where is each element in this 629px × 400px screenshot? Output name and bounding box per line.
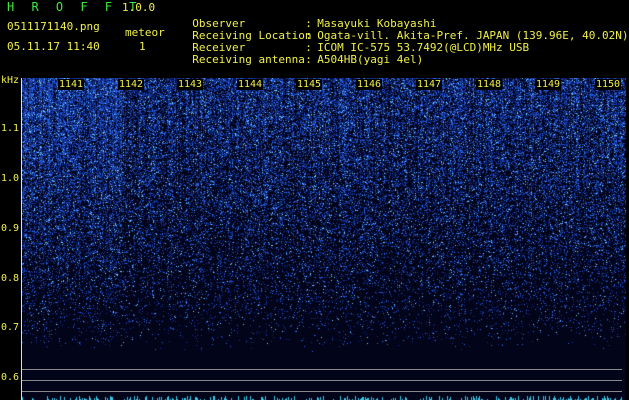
minute-label: 1150 bbox=[595, 79, 622, 90]
frequency-tick-label: 0.6 bbox=[1, 372, 20, 383]
file-name: 0511171140.png bbox=[7, 20, 100, 33]
frequency-tick-label: 0.8 bbox=[1, 273, 20, 284]
info-value: A504HB(yagi 4el) bbox=[317, 53, 424, 66]
frequency-tick-label: 1.1 bbox=[1, 123, 20, 134]
reference-line bbox=[22, 380, 622, 381]
frequency-tick-label: 1.0 bbox=[1, 173, 20, 184]
minute-label: 1149 bbox=[535, 79, 562, 90]
info-key: Receiving antenna bbox=[192, 53, 305, 66]
minute-label: 1141 bbox=[58, 79, 85, 90]
minute-label: 1142 bbox=[118, 79, 145, 90]
frequency-axis-unit: kHz bbox=[1, 75, 20, 86]
reference-line bbox=[22, 391, 622, 392]
info-row-antenna: Receiving antenna: A504HB(yagi 4el) bbox=[192, 53, 424, 66]
meteor-label: meteor bbox=[125, 26, 165, 39]
reference-line bbox=[22, 369, 622, 370]
minute-label: 1147 bbox=[416, 79, 443, 90]
minute-label: 1146 bbox=[356, 79, 383, 90]
minute-label: 1143 bbox=[177, 79, 204, 90]
spectrogram bbox=[22, 78, 626, 400]
frequency-axis-line bbox=[21, 78, 22, 400]
app-version: 1.0.0 bbox=[122, 1, 156, 14]
minute-label: 1148 bbox=[476, 79, 503, 90]
frequency-tick-label: 0.7 bbox=[1, 322, 20, 333]
minute-label: 1145 bbox=[296, 79, 323, 90]
spectrogram-canvas bbox=[22, 78, 626, 400]
datetime: 05.11.17 11:40 bbox=[7, 40, 100, 53]
meteor-count: 1 bbox=[139, 40, 146, 53]
minute-label: 1144 bbox=[237, 79, 264, 90]
frequency-tick-label: 0.9 bbox=[1, 223, 20, 234]
